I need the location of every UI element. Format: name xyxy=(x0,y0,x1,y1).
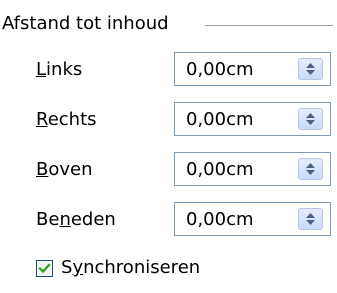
synchroniseren-checkbox[interactable] xyxy=(36,260,53,277)
rechts-value[interactable]: 0,00cm xyxy=(186,109,254,131)
links-value[interactable]: 0,00cm xyxy=(186,59,254,81)
boven-label: Boven xyxy=(36,159,93,180)
boven-spinfield[interactable]: 0,00cm xyxy=(174,152,331,186)
boven-spin-button[interactable] xyxy=(298,158,323,180)
beneden-spinfield[interactable]: 0,00cm xyxy=(174,202,331,236)
rechts-label: Rechts xyxy=(36,109,97,130)
field-row-rechts: Rechts 0,00cm xyxy=(0,102,337,138)
section-title: Afstand tot inhoud xyxy=(2,13,169,34)
spin-up-down-icon xyxy=(306,113,315,125)
synchroniseren-label[interactable]: Synchroniseren xyxy=(61,257,200,279)
spin-up-down-icon xyxy=(306,63,315,75)
spin-up-down-icon xyxy=(306,213,315,225)
section-header: Afstand tot inhoud xyxy=(0,8,337,42)
beneden-spin-button[interactable] xyxy=(298,208,323,230)
field-row-links: Links 0,00cm xyxy=(0,52,337,88)
field-row-boven: Boven 0,00cm xyxy=(0,152,337,188)
checkmark-icon xyxy=(38,263,51,274)
beneden-value[interactable]: 0,00cm xyxy=(186,209,254,231)
links-spinfield[interactable]: 0,00cm xyxy=(174,52,331,86)
rechts-spinfield[interactable]: 0,00cm xyxy=(174,102,331,136)
links-label: Links xyxy=(36,59,83,80)
beneden-label: Beneden xyxy=(36,209,116,230)
rechts-spin-button[interactable] xyxy=(298,108,323,130)
field-row-beneden: Beneden 0,00cm xyxy=(0,202,337,238)
section-divider xyxy=(205,25,333,26)
synchroniseren-checkbox-row[interactable]: Synchroniseren xyxy=(36,256,296,282)
boven-value[interactable]: 0,00cm xyxy=(186,159,254,181)
links-spin-button[interactable] xyxy=(298,58,323,80)
spin-up-down-icon xyxy=(306,163,315,175)
